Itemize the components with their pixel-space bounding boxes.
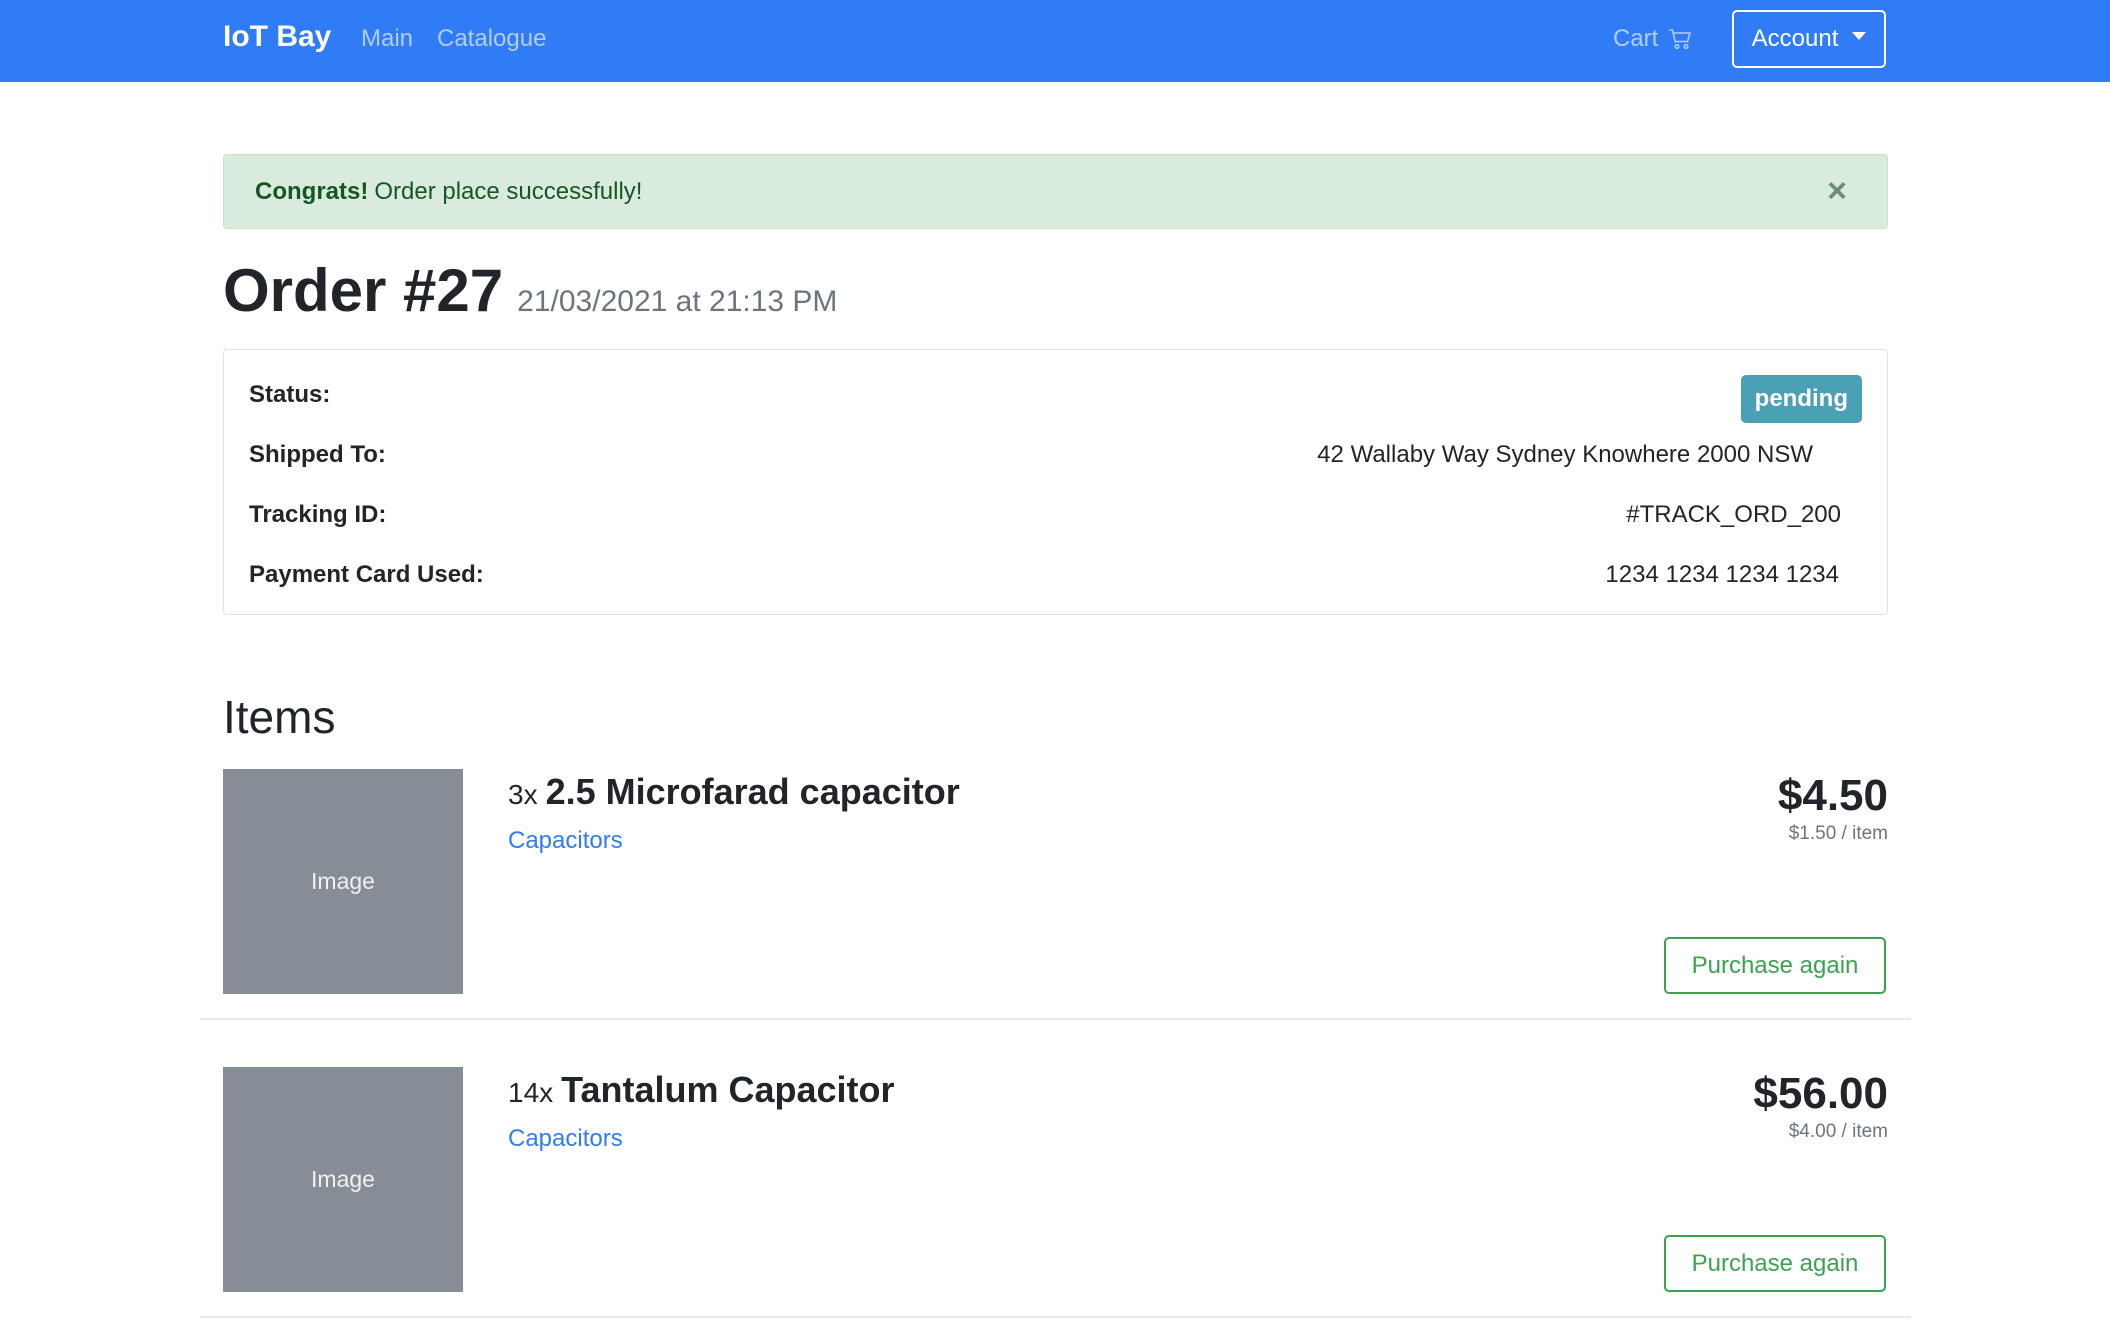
alert-message: Order place successfully!	[374, 177, 643, 205]
item-price: $4.50 $1.50 / item	[1778, 769, 1888, 845]
product-image: Image	[223, 769, 463, 994]
purchase-again-button[interactable]: Purchase again	[1664, 937, 1886, 994]
navbar: IoT Bay Main Catalogue Cart Account	[0, 0, 2110, 82]
success-alert: Congrats! Order place successfully! ×	[223, 154, 1888, 229]
alert-strong: Congrats!	[255, 177, 369, 205]
brand-logo[interactable]: IoT Bay	[223, 20, 331, 54]
account-label: Account	[1751, 25, 1839, 52]
items-heading: Items	[223, 691, 336, 743]
nav-link-catalogue[interactable]: Catalogue	[437, 25, 546, 53]
item-quantity: 14x	[508, 1077, 554, 1108]
item-total-price: $4.50	[1777, 771, 1888, 820]
item-quantity: 3x	[508, 779, 538, 810]
image-placeholder-label: Image	[311, 868, 375, 894]
order-details-card: Status: pending Shipped To: 42 Wallaby W…	[223, 349, 1888, 615]
payment-card-label: Payment Card Used:	[249, 561, 484, 588]
item-price: $56.00 $4.00 / item	[1753, 1067, 1888, 1143]
nav-link-cart[interactable]: Cart	[1613, 25, 1692, 53]
cart-label: Cart	[1613, 25, 1659, 52]
tracking-id-label: Tracking ID:	[249, 501, 387, 528]
purchase-again-button[interactable]: Purchase again	[1664, 1235, 1886, 1292]
item-category-link[interactable]: Capacitors	[508, 1125, 623, 1153]
account-dropdown-button[interactable]: Account	[1732, 10, 1886, 68]
item-title: 14x Tantalum Capacitor	[508, 1069, 895, 1111]
item-category-link[interactable]: Capacitors	[508, 827, 623, 855]
item-unit-price: $1.50 / item	[1788, 823, 1888, 844]
caret-down-icon	[1852, 32, 1867, 40]
order-header: Order #27 21/03/2021 at 21:13 PM	[223, 256, 837, 325]
status-badge: pending	[1740, 375, 1862, 423]
list-item: Image 3x 2.5 Microfarad capacitor Capaci…	[200, 769, 1911, 1020]
payment-card-value: 1234 1234 1234 1234	[1605, 561, 1839, 588]
image-placeholder-label: Image	[311, 1166, 375, 1192]
status-label: Status:	[249, 381, 331, 408]
order-date: 21/03/2021 at 21:13 PM	[517, 285, 838, 318]
shipped-to-value: 42 Wallaby Way Sydney Knowhere 2000 NSW	[1317, 441, 1813, 468]
item-unit-price: $4.00 / item	[1788, 1121, 1888, 1142]
item-name: 2.5 Microfarad capacitor	[545, 771, 960, 812]
list-item: Image 14x Tantalum Capacitor Capacitors …	[200, 1067, 1911, 1318]
page-title: Order #27	[223, 257, 504, 324]
item-name: Tantalum Capacitor	[561, 1069, 895, 1110]
cart-icon	[1668, 28, 1692, 50]
product-image: Image	[223, 1067, 463, 1292]
tracking-id-value: #TRACK_ORD_200	[1626, 501, 1841, 528]
item-title: 3x 2.5 Microfarad capacitor	[508, 771, 960, 813]
shipped-to-label: Shipped To:	[249, 441, 386, 468]
nav-link-main[interactable]: Main	[361, 25, 413, 53]
item-total-price: $56.00	[1753, 1069, 1888, 1118]
close-icon[interactable]: ×	[1827, 172, 1847, 211]
